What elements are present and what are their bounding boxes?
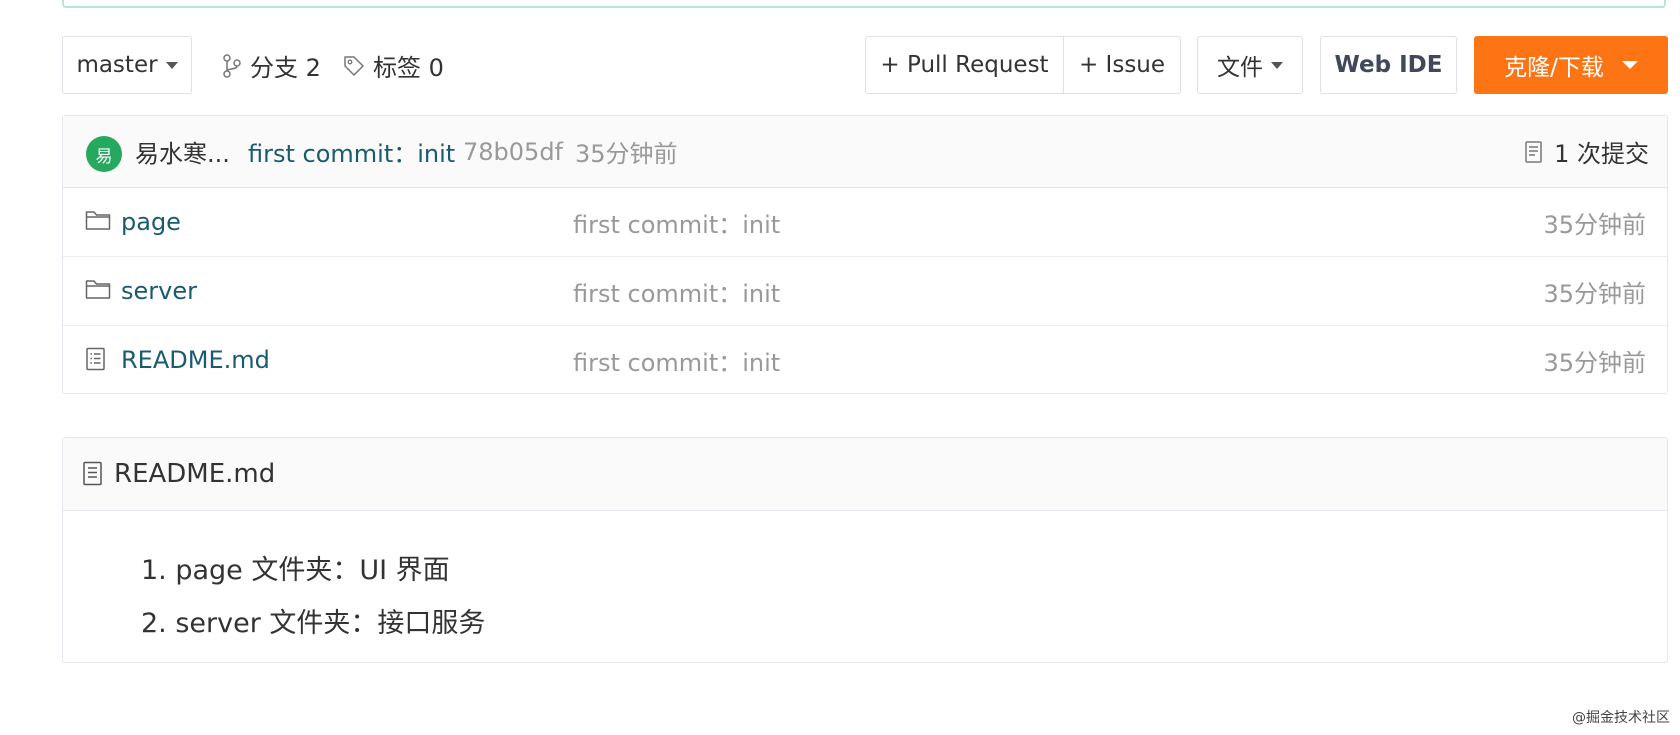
commit-author[interactable]: 易水寒...: [135, 134, 230, 169]
commit-count-link[interactable]: 1 次提交: [1524, 134, 1649, 169]
clone-download-button[interactable]: 克隆/下载: [1474, 36, 1668, 94]
commit-sha[interactable]: 78b05df: [463, 138, 563, 166]
commit-time: 35分钟前: [575, 140, 678, 168]
pull-request-button[interactable]: + Pull Request: [865, 36, 1064, 94]
file-commit-time: 35分钟前: [1543, 279, 1646, 308]
latest-commit-bar: 易 易水寒... first commit：init 78b05df 35分钟前…: [63, 116, 1667, 188]
readme-list-item: 2. server 文件夹：接口服务: [141, 608, 486, 639]
file-commit-time: 35分钟前: [1543, 210, 1646, 239]
readme-icon: [83, 461, 102, 486]
file-menu-button[interactable]: 文件: [1197, 36, 1303, 94]
tags-label: 标签 0: [373, 54, 444, 82]
file-commit-message[interactable]: first commit：init: [573, 343, 780, 378]
clone-download-label: 克隆/下载: [1504, 55, 1604, 81]
file-commit-message[interactable]: first commit：init: [573, 274, 780, 309]
chevron-down-icon: [165, 61, 178, 69]
file-name-link[interactable]: server: [121, 277, 197, 305]
file-row-server[interactable]: server first commit：init 35分钟前: [63, 257, 1667, 326]
branch-icon: [223, 53, 241, 78]
readme-panel: README.md 1. page 文件夹：UI 界面 2. server 文件…: [62, 437, 1668, 663]
readme-content: 1. page 文件夹：UI 界面 2. server 文件夹：接口服务: [141, 548, 485, 654]
readme-list-item: 1. page 文件夹：UI 界面: [141, 555, 450, 586]
commit-count-label: 1 次提交: [1554, 140, 1649, 168]
file-row-readme[interactable]: README.md first commit：init 35分钟前: [63, 326, 1667, 394]
branch-label: master: [76, 52, 158, 78]
file-commit-time: 35分钟前: [1543, 348, 1646, 377]
branches-label: 分支 2: [250, 54, 321, 82]
commit-log-icon: [1525, 140, 1542, 163]
file-row-page[interactable]: page first commit：init 35分钟前: [63, 188, 1667, 257]
file-list: 易 易水寒... first commit：init 78b05df 35分钟前…: [62, 115, 1668, 394]
file-commit-message[interactable]: first commit：init: [573, 205, 780, 240]
commit-message-link[interactable]: first commit：init: [248, 134, 455, 169]
pr-issue-group: + Pull Request + Issue: [865, 36, 1181, 94]
web-ide-button[interactable]: Web IDE: [1320, 36, 1457, 94]
avatar[interactable]: 易: [86, 136, 122, 172]
tags-link[interactable]: 标签 0: [343, 48, 444, 83]
readme-header: README.md: [63, 438, 1667, 511]
branch-select[interactable]: master: [62, 36, 192, 94]
top-banner: [62, 0, 1666, 8]
branches-link[interactable]: 分支 2: [222, 48, 321, 83]
chevron-down-icon: [1621, 61, 1638, 69]
folder-icon: [85, 280, 111, 299]
watermark: @掘金技术社区: [1572, 710, 1670, 726]
file-name-link[interactable]: README.md: [121, 346, 270, 374]
folder-icon: [85, 211, 111, 230]
issue-button[interactable]: + Issue: [1064, 36, 1181, 94]
file-name-link[interactable]: page: [121, 208, 181, 236]
file-text-icon: [86, 347, 105, 371]
tag-icon: [344, 55, 364, 76]
chevron-down-icon: [1271, 61, 1283, 69]
readme-title: README.md: [114, 459, 276, 489]
file-menu-label: 文件: [1217, 55, 1263, 81]
